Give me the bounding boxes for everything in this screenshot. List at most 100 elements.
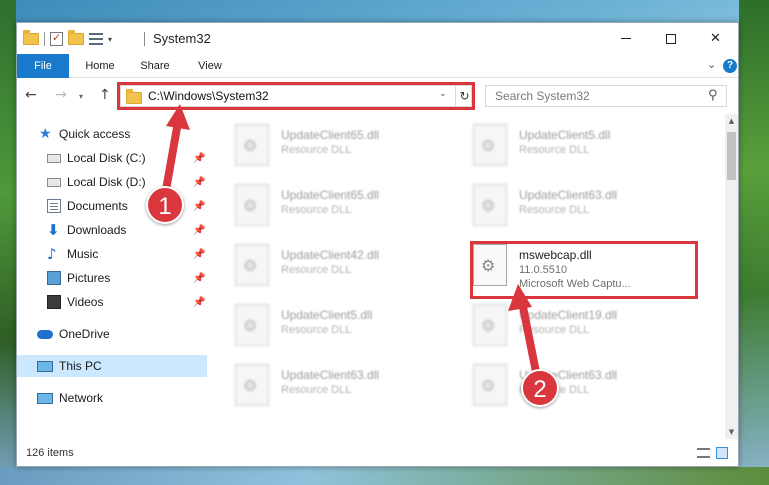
- toolbar-divider: [44, 32, 45, 46]
- drive-icon: [47, 154, 61, 163]
- vertical-scrollbar[interactable]: ▲ ▼: [725, 114, 738, 439]
- file-item[interactable]: UpdateClient65.dll Resource DLL: [235, 184, 465, 236]
- customize-toolbar-caret-icon[interactable]: ▾: [108, 35, 112, 44]
- file-item[interactable]: UpdateClient63.dll Resource DLL: [473, 364, 703, 416]
- tab-home[interactable]: Home: [75, 54, 125, 78]
- sidebar-item-network[interactable]: Network: [17, 387, 207, 409]
- pin-icon[interactable]: 📌: [193, 225, 205, 236]
- file-name: UpdateClient63.dll: [519, 188, 618, 202]
- file-item[interactable]: UpdateClient63.dll Resource DLL: [235, 364, 465, 416]
- file-type: Resource DLL: [519, 144, 590, 156]
- sidebar-item-label: This PC: [59, 359, 102, 373]
- properties-icon[interactable]: [50, 31, 63, 46]
- recent-locations-chevron-icon[interactable]: ▾: [79, 92, 83, 101]
- sidebar-item-pictures[interactable]: Pictures 📌: [17, 267, 207, 289]
- file-highlight: [470, 241, 698, 299]
- file-item[interactable]: UpdateClient19.dll Resource DLL: [473, 304, 703, 356]
- back-arrow-icon[interactable]: ←: [25, 87, 37, 103]
- scroll-up-icon[interactable]: ▲: [725, 114, 738, 128]
- star-icon: ★: [39, 126, 52, 142]
- file-type: Resource DLL: [281, 324, 352, 336]
- navigation-bar: ← → ▾ ↑ C:\Windows\System32 ⌄ ↻ Search S…: [17, 79, 738, 113]
- sidebar-item-label: Quick access: [59, 127, 131, 141]
- scroll-down-icon[interactable]: ▼: [725, 425, 738, 439]
- file-type: Resource DLL: [281, 144, 352, 156]
- sidebar-item-videos[interactable]: Videos 📌: [17, 291, 207, 313]
- folder-icon[interactable]: [23, 30, 39, 45]
- computer-icon: [37, 360, 53, 372]
- sidebar-item-music[interactable]: ♪ Music 📌: [17, 243, 207, 265]
- file-name: UpdateClient5.dll: [519, 128, 611, 142]
- dll-file-icon: [473, 184, 507, 226]
- dll-file-icon: [235, 304, 269, 346]
- sidebar-item-downloads[interactable]: ⬇ Downloads 📌: [17, 219, 207, 241]
- pin-icon[interactable]: 📌: [193, 249, 205, 260]
- close-icon: ✕: [710, 31, 721, 46]
- sidebar-item-label: Downloads: [67, 223, 127, 237]
- search-box[interactable]: Search System32 ⚲: [485, 85, 727, 107]
- cloud-icon: [37, 329, 53, 339]
- sidebar-item-local-disk-c[interactable]: Local Disk (C:) 📌: [17, 147, 207, 169]
- navigation-pane: ★ Quick access Local Disk (C:) 📌 Local D…: [17, 114, 207, 439]
- network-icon: [37, 392, 53, 404]
- large-icons-view-icon[interactable]: [716, 447, 728, 459]
- pin-icon[interactable]: 📌: [193, 201, 205, 212]
- sidebar-item-this-pc[interactable]: This PC: [17, 355, 207, 377]
- file-name: UpdateClient19.dll: [519, 308, 618, 322]
- download-icon: ⬇: [47, 221, 60, 239]
- tab-view[interactable]: View: [185, 54, 235, 78]
- music-icon: ♪: [47, 245, 57, 263]
- file-type: Resource DLL: [519, 204, 590, 216]
- details-view-icon[interactable]: [697, 448, 710, 458]
- pin-icon[interactable]: 📌: [193, 153, 205, 164]
- sidebar-item-quick-access[interactable]: ★ Quick access: [17, 123, 207, 145]
- sidebar-item-label: Documents: [67, 199, 128, 213]
- title-divider: [144, 32, 145, 46]
- search-icon[interactable]: ⚲: [708, 88, 718, 103]
- dll-file-icon: [235, 364, 269, 406]
- pin-icon[interactable]: 📌: [193, 177, 205, 188]
- forward-arrow-icon[interactable]: →: [55, 87, 67, 103]
- sidebar-item-local-disk-d[interactable]: Local Disk (D:) 📌: [17, 171, 207, 193]
- scrollbar-thumb[interactable]: [727, 132, 736, 180]
- dll-file-icon: [473, 124, 507, 166]
- file-type: Resource DLL: [281, 204, 352, 216]
- file-item[interactable]: UpdateClient5.dll Resource DLL: [235, 304, 465, 356]
- file-type: Resource DLL: [281, 384, 352, 396]
- view-options-icon[interactable]: [89, 33, 103, 45]
- minimize-button[interactable]: [603, 23, 648, 54]
- desktop-background-right: [739, 0, 769, 485]
- sidebar-item-label: Local Disk (C:): [67, 151, 146, 165]
- up-arrow-icon[interactable]: ↑: [99, 87, 111, 103]
- step-2-badge: 2: [521, 369, 559, 407]
- pin-icon[interactable]: 📌: [193, 273, 205, 284]
- file-name: UpdateClient42.dll: [281, 248, 380, 262]
- search-input[interactable]: Search System32: [495, 89, 590, 103]
- file-item[interactable]: UpdateClient42.dll Resource DLL: [235, 244, 465, 296]
- expand-ribbon-chevron-icon[interactable]: ⌄: [707, 58, 716, 71]
- pin-icon[interactable]: 📌: [193, 297, 205, 308]
- tab-share[interactable]: Share: [129, 54, 181, 78]
- help-button[interactable]: ?: [723, 59, 737, 73]
- file-item[interactable]: UpdateClient63.dll Resource DLL: [473, 184, 703, 236]
- maximize-button[interactable]: [648, 23, 693, 54]
- ribbon-tabs: File Home Share View ⌄ ?: [17, 54, 738, 78]
- file-name: UpdateClient65.dll: [281, 188, 380, 202]
- sidebar-item-onedrive[interactable]: OneDrive: [17, 323, 207, 345]
- window-title: System32: [153, 31, 211, 46]
- sidebar-item-label: Videos: [67, 295, 104, 309]
- pictures-icon: [47, 271, 61, 285]
- tab-file[interactable]: File: [17, 54, 69, 78]
- dll-file-icon: [235, 184, 269, 226]
- video-icon: [47, 295, 61, 309]
- close-button[interactable]: ✕: [693, 23, 738, 54]
- file-item[interactable]: UpdateClient65.dll Resource DLL: [235, 124, 465, 176]
- new-folder-icon[interactable]: [68, 30, 84, 45]
- file-name: UpdateClient63.dll: [281, 368, 380, 382]
- sidebar-item-label: Network: [59, 391, 104, 405]
- file-name: UpdateClient65.dll: [281, 128, 380, 142]
- document-icon: [47, 199, 61, 213]
- file-item[interactable]: UpdateClient5.dll Resource DLL: [473, 124, 703, 176]
- dll-file-icon: [473, 364, 507, 406]
- step-1-badge: 1: [146, 186, 184, 224]
